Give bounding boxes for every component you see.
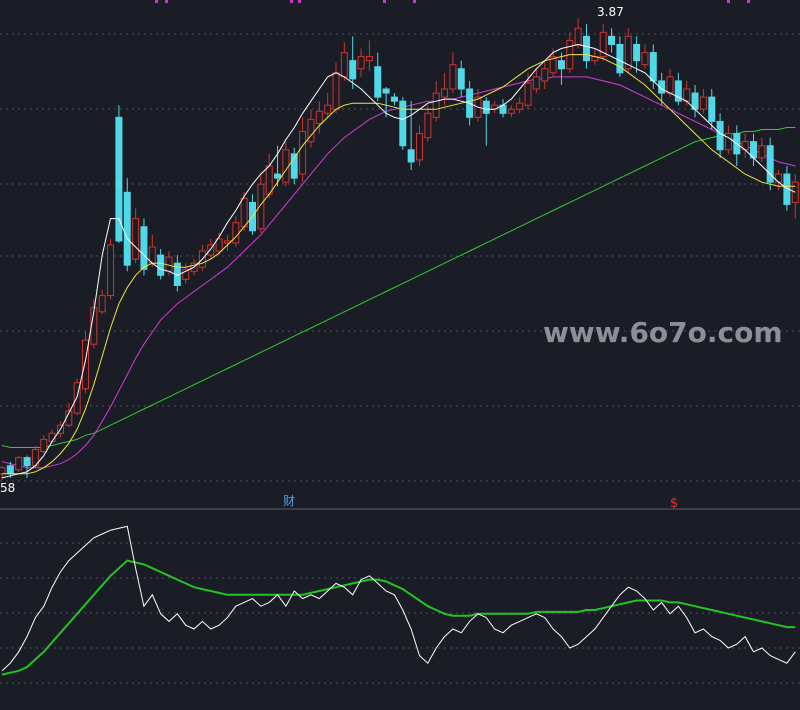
candle-body-up (775, 173, 783, 183)
candle-body-down (274, 173, 282, 179)
candle-body-down (140, 226, 148, 270)
candle-body-up (365, 56, 373, 62)
candle-body-up (724, 133, 732, 151)
candle (15, 455, 23, 472)
candle (240, 192, 248, 231)
event-marker (383, 0, 386, 3)
candle-body-up (48, 432, 56, 442)
candle-body-up (265, 165, 273, 195)
candle-body-up (132, 218, 140, 260)
candle-body-up (666, 76, 674, 94)
candle-body-down (608, 35, 616, 45)
candle-body-up (541, 68, 549, 82)
candle (107, 238, 115, 300)
candle-body-up (441, 88, 449, 98)
candle-body-down (716, 120, 724, 151)
candle-body-up (507, 108, 515, 114)
candle-body-down (123, 191, 131, 266)
low-price-label: 58 (0, 481, 15, 495)
chart-canvas: 3.87 58 财 $ www.6o7o.com (0, 0, 800, 706)
watermark-text: www.6o7o.com (543, 316, 783, 349)
candle-body-down (382, 88, 390, 94)
candle-body-down (399, 100, 407, 147)
event-marker (298, 0, 301, 3)
event-marker (290, 0, 293, 3)
candle (399, 97, 407, 150)
candle-body-up (641, 52, 649, 66)
candle-body-up (424, 112, 432, 139)
candle-body-up (532, 76, 540, 90)
candle-body-down (557, 60, 565, 70)
candle-body-up (516, 102, 524, 110)
candle-body-down (649, 52, 657, 82)
candle-body-up (107, 244, 115, 297)
candle-body-down (583, 35, 590, 62)
candle-body-up (15, 457, 23, 471)
event-marker (413, 0, 416, 3)
candle-body-up (699, 96, 707, 110)
event-marker (727, 0, 730, 3)
candle-body-down (349, 60, 357, 80)
candle-body-up (574, 27, 582, 45)
candle-body-down (633, 43, 641, 62)
candle (115, 105, 123, 243)
candle-body-up (257, 183, 265, 230)
candle-body-down (457, 68, 465, 90)
candle-body-up (315, 110, 323, 124)
candle-body-down (23, 457, 31, 467)
candle-body-up (416, 133, 423, 161)
candle-body-down (374, 66, 382, 98)
candle-body-up (683, 88, 691, 102)
dividend-marker: $ (670, 496, 678, 511)
candle-body-up (332, 72, 340, 110)
candle-body-up (357, 56, 365, 70)
candle-body-up (432, 92, 440, 118)
candle-body-up (232, 222, 240, 244)
candle-body-down (708, 96, 716, 122)
candle-body-up (299, 131, 307, 175)
high-price-label: 3.87 (597, 5, 624, 19)
event-marker (165, 0, 168, 3)
stock-chart: 3.87 58 财 $ www.6o7o.com (0, 0, 800, 706)
event-marker (747, 0, 750, 3)
candle-body-up (0, 467, 6, 475)
candle-body-up (524, 82, 532, 106)
candle (766, 137, 774, 191)
financial-report-marker: 财 (283, 494, 295, 508)
candle-body-down (390, 96, 398, 102)
candle-body-up (240, 197, 248, 228)
candle-body-up (282, 149, 290, 183)
candle-body-down (407, 149, 415, 163)
candle-body-up (324, 104, 332, 114)
candle-body-up (340, 52, 348, 78)
candle-body-down (6, 465, 14, 475)
candle (123, 178, 131, 272)
event-marker (155, 0, 158, 3)
candle-body-up (449, 64, 457, 90)
candle-body-up (40, 438, 48, 453)
candle-body-down (157, 254, 165, 276)
candle-body-up (98, 295, 106, 313)
candle-body-up (758, 145, 766, 159)
candle-body-down (482, 100, 490, 114)
